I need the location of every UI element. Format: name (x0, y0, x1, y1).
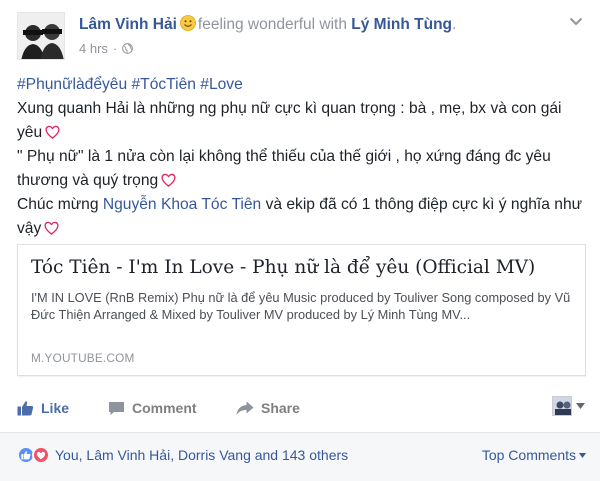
caret-down-icon (576, 403, 585, 409)
comment-sort-dropdown[interactable]: Top Comments (482, 447, 586, 463)
heart-emoji-icon (161, 173, 176, 187)
share-label: Share (261, 400, 300, 416)
caret-down-icon (579, 452, 586, 458)
comment-icon (109, 401, 124, 415)
post-meta: 4 hrs · (79, 41, 134, 56)
feeling-text: feeling wonderful with (197, 16, 347, 33)
smiley-emoji-icon (180, 15, 196, 31)
post-paragraph-text: " Phụ nữ" là 1 nửa còn lại không thể thi… (17, 148, 551, 189)
share-button[interactable]: Share (236, 394, 300, 422)
post-paragraph: " Phụ nữ" là 1 nửa còn lại không thể thi… (17, 145, 587, 193)
post-header: Lâm Vinh Hải feeling wonderful with Lý Mi… (17, 12, 585, 62)
post-paragraph-text: Xung quanh Hải là những ng phụ nữ cực kì… (17, 100, 562, 141)
post-paragraph: Chúc mừng Nguyễn Khoa Tóc Tiên và ekip đ… (17, 193, 587, 241)
hashtag-link[interactable]: #Love (200, 76, 243, 93)
post-paragraph: Xung quanh Hải là những ng phụ nữ cực kì… (17, 97, 587, 145)
hashtag-link[interactable]: #TócTiên (132, 76, 196, 93)
author-line: Lâm Vinh Hải feeling wonderful with Lý Mi… (79, 15, 456, 34)
thumbs-up-icon (17, 401, 34, 416)
reaction-icons (17, 446, 50, 464)
post-actions-bar: Like Comment Share (17, 394, 585, 422)
link-domain: M.YOUTUBE.COM (31, 351, 135, 365)
meta-separator: · (112, 41, 118, 56)
post-body: #Phụnữlàđểyêu #TócTiên #Love Xung quanh … (17, 73, 587, 241)
share-arrow-icon (236, 401, 254, 415)
reactions-text: You, Lâm Vinh Hải, Dorris Vang and 143 o… (55, 447, 349, 463)
post-timestamp[interactable]: 4 hrs (79, 41, 108, 56)
globe-icon[interactable] (122, 43, 134, 54)
tagged-user-link[interactable]: Lý Minh Tùng (351, 16, 452, 33)
comment-sort-label: Top Comments (481, 447, 576, 463)
post-paragraph-text: Chúc mừng (17, 196, 99, 213)
hashtag-link[interactable]: #Phụnữlàđểyêu (17, 76, 127, 93)
heart-emoji-icon (45, 125, 60, 139)
tagged-suffix: . (452, 16, 457, 33)
post-options-button[interactable] (567, 14, 585, 28)
author-name[interactable]: Lâm Vinh Hải (79, 16, 177, 33)
author-avatar[interactable] (17, 12, 65, 60)
link-description: I'M IN LOVE (RnB Remix) Phụ nữ là để yêu… (31, 290, 571, 322)
viewer-avatar (552, 396, 572, 416)
mention-link[interactable]: Nguyễn Khoa Tóc Tiên (103, 196, 261, 213)
like-label: Like (41, 400, 70, 416)
love-reaction-icon (32, 446, 50, 464)
reactions-footer: You, Lâm Vinh Hải, Dorris Vang and 143 o… (0, 433, 600, 481)
hashtag-line: #Phụnữlàđểyêu #TócTiên #Love (17, 73, 587, 97)
comment-label: Comment (132, 400, 197, 416)
post-paragraph-text: và ekip đã có 1 thông điệp cực kì ý nghĩ… (17, 196, 583, 237)
link-title[interactable]: Tóc Tiên - I'm In Love - Phụ nữ là để yê… (31, 257, 576, 278)
link-preview-card[interactable]: Tóc Tiên - I'm In Love - Phụ nữ là để yê… (17, 244, 586, 376)
like-button[interactable]: Like (17, 394, 69, 422)
reactions-summary[interactable]: You, Lâm Vinh Hải, Dorris Vang and 143 o… (17, 446, 348, 464)
heart-emoji-icon (44, 221, 59, 235)
chevron-down-icon (569, 17, 583, 25)
post-as-selector[interactable] (552, 396, 585, 416)
comment-button[interactable]: Comment (108, 394, 197, 422)
